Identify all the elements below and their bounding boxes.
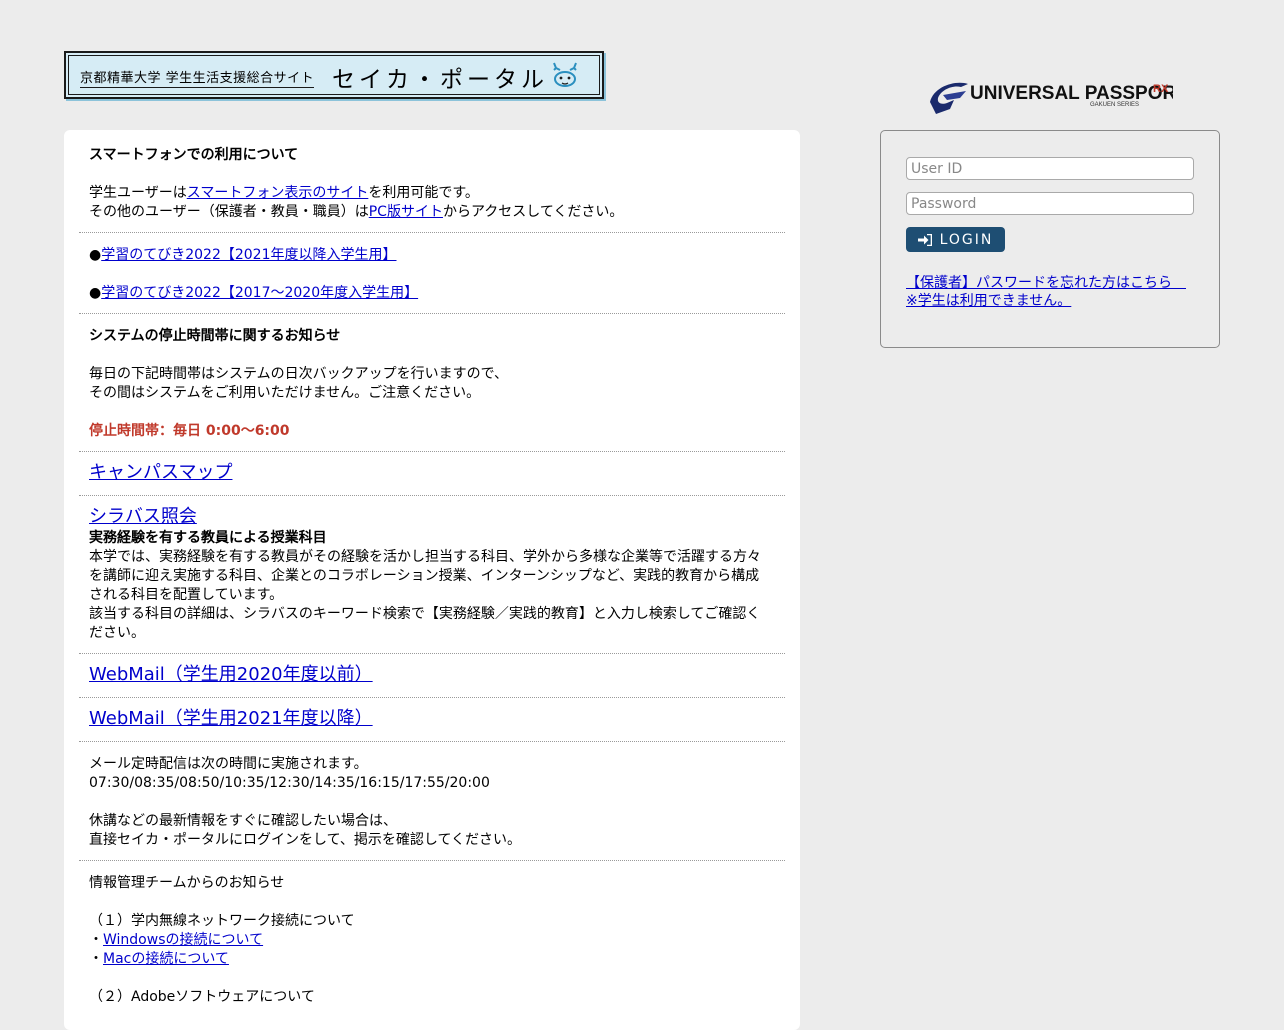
- syllabus-text-2: を講師に迎え実施する科目、企業とのコラボレーション授業、インターンシップなど、実…: [89, 568, 760, 584]
- mail-schedule-text-3: 休講などの最新情報をすぐに確認したい場合は、: [89, 813, 397, 829]
- user-id-input[interactable]: [906, 157, 1194, 180]
- login-button[interactable]: LOGIN: [906, 227, 1005, 252]
- smartphone-site-link[interactable]: スマートフォン表示のサイト: [187, 185, 369, 201]
- maintenance-heading: システムの停止時間帯に関するお知らせ: [89, 328, 341, 344]
- syllabus-text-4: 該当する科目の詳細は、シラバスのキーワード検索で【実務経験／実践的教育】と入力し…: [89, 606, 761, 622]
- pc-site-link[interactable]: PC版サイト: [369, 204, 443, 220]
- maintenance-notice: システムの停止時間帯に関するお知らせ 毎日の下記時間帯はシステムの日次バックアッ…: [79, 314, 785, 452]
- syllabus-text-5: ださい。: [89, 625, 145, 641]
- forgot-password-line-1: 【保護者】パスワードを忘れた方はこちら: [906, 275, 1186, 291]
- campus-map-link[interactable]: キャンパスマップ: [89, 462, 232, 483]
- it-notice-item-1: （１）学内無線ネットワーク接続について: [89, 913, 355, 929]
- maintenance-text-2: その間はシステムをご利用いただけません。ご注意ください。: [89, 385, 481, 401]
- banner-subtitle: 京都精華大学 学生生活支援総合サイト: [80, 67, 315, 88]
- it-notice-section: 情報管理チームからのお知らせ （１）学内無線ネットワーク接続について ・Wind…: [79, 861, 785, 1017]
- bullet: ●: [89, 285, 102, 301]
- webmail-new-section: WebMail（学生用2021年度以降）: [79, 698, 785, 742]
- universal-passport-logo: UNIVERSAL PASSPORT RX GAKUEN SERIES: [930, 82, 1173, 114]
- bullet: ・: [89, 932, 103, 948]
- forgot-password-link[interactable]: 【保護者】パスワードを忘れた方はこちら ※学生は利用できません。: [906, 275, 1186, 309]
- mail-schedule-section: メール定時配信は次の時間に実施されます。 07:30/08:35/08:50/1…: [79, 742, 785, 861]
- mail-schedule-times: 07:30/08:35/08:50/10:35/12:30/14:35/16:1…: [89, 775, 490, 791]
- login-button-label: LOGIN: [939, 231, 994, 248]
- banner-title: セイカ・ポータル: [332, 67, 548, 93]
- logo-suffix: RX: [1153, 83, 1169, 95]
- webmail-2021-link[interactable]: WebMail（学生用2021年度以降）: [89, 708, 373, 729]
- forgot-password-line-2: ※学生は利用できません。: [906, 293, 1072, 309]
- syllabus-section: シラバス照会 実務経験を有する教員による授業科目 本学では、実務経験を有する教員…: [79, 496, 785, 654]
- webmail-old-section: WebMail（学生用2020年度以前）: [79, 654, 785, 698]
- syllabus-link[interactable]: シラバス照会: [89, 506, 197, 527]
- portal-banner[interactable]: 京都精華大学 学生生活支援総合サイト セイカ・ポータル: [64, 51, 604, 99]
- bullet: ・: [89, 951, 103, 967]
- syllabus-text-3: される科目を配置しています。: [89, 587, 284, 603]
- smartphone-notice: スマートフォンでの利用について 学生ユーザーはスマートフォン表示のサイトを利用可…: [79, 130, 785, 233]
- announcements-panel: スマートフォンでの利用について 学生ユーザーはスマートフォン表示のサイトを利用可…: [64, 130, 800, 1030]
- login-panel: LOGIN 【保護者】パスワードを忘れた方はこちら ※学生は利用できません。: [880, 130, 1220, 348]
- maintenance-text-1: 毎日の下記時間帯はシステムの日次バックアップを行いますので、: [89, 366, 509, 382]
- mail-schedule-text-4: 直接セイカ・ポータルにログインをして、掲示を確認してください。: [89, 832, 522, 848]
- smartphone-text-2: を利用可能です。: [368, 185, 479, 201]
- windows-connection-link[interactable]: Windowsの接続について: [103, 932, 263, 948]
- mac-connection-link[interactable]: Macの接続について: [103, 951, 229, 967]
- other-users-text-2: からアクセスしてください。: [442, 204, 624, 220]
- syllabus-text-1: 本学では、実務経験を有する教員がその経験を活かし担当する科目、学外から多様な企業…: [89, 549, 761, 565]
- syllabus-heading: 実務経験を有する教員による授業科目: [89, 530, 327, 546]
- other-users-text-1: その他のユーザー（保護者・教員・職員）は: [89, 204, 369, 220]
- bullet: ●: [89, 247, 102, 263]
- mail-schedule-text-1: メール定時配信は次の時間に実施されます。: [89, 756, 368, 772]
- stop-time: 停止時間帯：毎日 0:00～6:00: [89, 423, 290, 439]
- guide-2021-link[interactable]: 学習のてびき2022【2021年度以降入学生用】: [101, 247, 396, 263]
- it-notice-heading: 情報管理チームからのお知らせ: [89, 875, 285, 891]
- logo-text: UNIVERSAL PASSPORT: [970, 83, 1173, 104]
- logo-sub: GAKUEN SERIES: [1090, 102, 1139, 108]
- it-notice-item-2: （２）Adobeソフトウェアについて: [89, 989, 315, 1005]
- deer-mascot-icon: [553, 62, 577, 87]
- sign-in-icon: [917, 233, 932, 246]
- guide-2017-2020-link[interactable]: 学習のてびき2022【2017～2020年度入学生用】: [101, 285, 418, 301]
- campus-map-section: キャンパスマップ: [79, 452, 785, 496]
- guide-links: ●学習のてびき2022【2021年度以降入学生用】 ●学習のてびき2022【20…: [79, 233, 785, 314]
- smartphone-text-1: 学生ユーザーは: [89, 185, 187, 201]
- smartphone-heading: スマートフォンでの利用について: [89, 147, 299, 163]
- webmail-2020-link[interactable]: WebMail（学生用2020年度以前）: [89, 664, 373, 685]
- password-input[interactable]: [906, 192, 1194, 215]
